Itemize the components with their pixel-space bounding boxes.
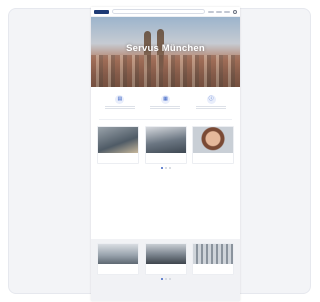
carousel-dot[interactable] <box>160 278 163 280</box>
nav-item[interactable] <box>216 10 222 13</box>
carousel-dot[interactable] <box>164 167 167 169</box>
card-image <box>98 244 138 264</box>
card-image <box>193 127 233 153</box>
hero-banner: Servus München <box>91 17 240 87</box>
carousel-dot[interactable] <box>168 278 171 280</box>
news-card[interactable] <box>192 126 234 164</box>
card-title <box>193 153 233 161</box>
card-link[interactable] <box>193 272 233 274</box>
card-link[interactable] <box>193 161 233 163</box>
card-image <box>145 127 186 153</box>
carousel-dot[interactable] <box>168 167 171 169</box>
card-title <box>98 153 138 161</box>
document-icon: ▤ <box>115 95 125 104</box>
event-card[interactable] <box>144 243 187 275</box>
carousel-dot[interactable] <box>160 167 163 169</box>
menu-icon[interactable] <box>233 9 237 14</box>
news-card[interactable] <box>97 126 139 164</box>
city-skyline <box>91 55 240 87</box>
card-title <box>193 264 233 272</box>
site-logo[interactable] <box>94 9 109 14</box>
card-image <box>98 127 138 153</box>
card-link[interactable] <box>146 272 186 274</box>
card-title <box>146 264 186 272</box>
card-image <box>145 244 186 264</box>
card-link[interactable] <box>98 272 138 274</box>
card-image <box>193 244 233 264</box>
calendar-icon: ▦ <box>160 95 170 104</box>
carousel-dots <box>91 167 240 169</box>
info-icon: ⓘ <box>206 95 216 104</box>
carousel-dots <box>91 278 240 280</box>
service-description <box>147 106 183 111</box>
nav-item[interactable] <box>208 10 214 13</box>
carousel-dot[interactable] <box>164 278 167 280</box>
event-card[interactable] <box>97 243 139 275</box>
card-link[interactable] <box>98 161 138 163</box>
site-header <box>91 7 240 17</box>
event-card[interactable] <box>192 243 234 275</box>
service-item[interactable]: ▤ <box>102 95 138 111</box>
website-preview: Servus München ▤ ▦ ⓘ <box>91 7 240 301</box>
card-title <box>98 264 138 272</box>
hero-title: Servus München <box>126 43 205 54</box>
services-row: ▤ ▦ ⓘ <box>91 91 240 111</box>
card-title <box>146 153 186 161</box>
service-item[interactable]: ⓘ <box>193 95 229 111</box>
service-description <box>193 106 229 111</box>
news-card[interactable] <box>144 126 187 164</box>
service-description <box>102 106 138 111</box>
section3-background <box>91 239 240 301</box>
service-item[interactable]: ▦ <box>147 95 183 111</box>
card-link[interactable] <box>146 161 186 163</box>
news-cards <box>91 126 240 164</box>
main-nav <box>208 10 230 13</box>
event-cards <box>91 243 240 275</box>
divider <box>99 119 232 120</box>
nav-item[interactable] <box>224 10 230 13</box>
search-input[interactable] <box>112 9 205 14</box>
